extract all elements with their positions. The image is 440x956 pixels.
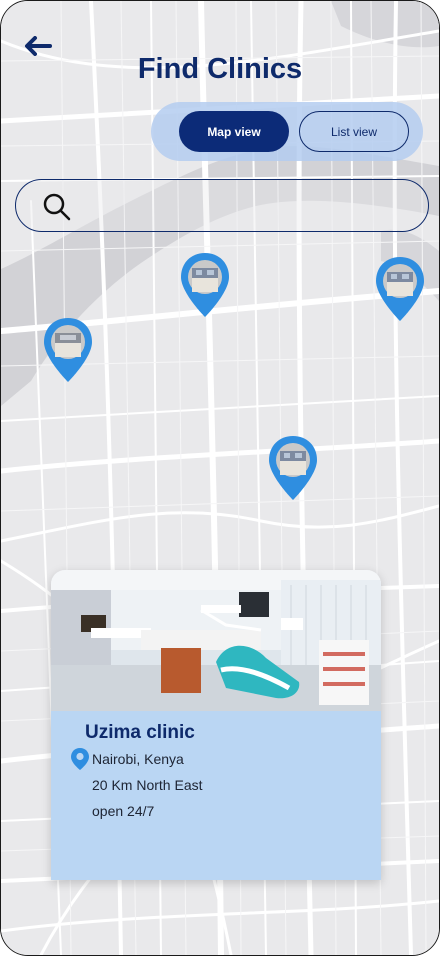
map-marker-icon[interactable] [179, 251, 231, 319]
view-toggle: Map view List view [151, 102, 423, 161]
page-title: Find Clinics [137, 53, 303, 85]
clinic-location: Nairobi, Kenya [92, 751, 184, 767]
clinic-photo [51, 570, 381, 711]
clinic-hours: open 24/7 [92, 803, 155, 819]
list-view-button[interactable]: List view [299, 111, 409, 152]
search-icon [43, 193, 71, 221]
map-marker-icon[interactable] [267, 434, 319, 502]
search-input[interactable] [82, 188, 416, 226]
map-marker-icon[interactable] [374, 255, 426, 323]
clinic-distance: 20 Km North East [92, 777, 203, 793]
phone-screen: Find Clinics Map view List view Uzima cl… [0, 0, 440, 956]
map-marker-icon[interactable] [42, 316, 94, 384]
clinic-name: Uzima clinic [85, 722, 195, 743]
location-pin-icon [71, 748, 89, 770]
map-view-button[interactable]: Map view [179, 111, 289, 152]
search-bar[interactable] [15, 179, 429, 232]
clinic-card[interactable]: Uzima clinic Nairobi, Kenya 20 Km North … [51, 570, 381, 880]
clinic-info: Uzima clinic Nairobi, Kenya 20 Km North … [51, 711, 381, 880]
